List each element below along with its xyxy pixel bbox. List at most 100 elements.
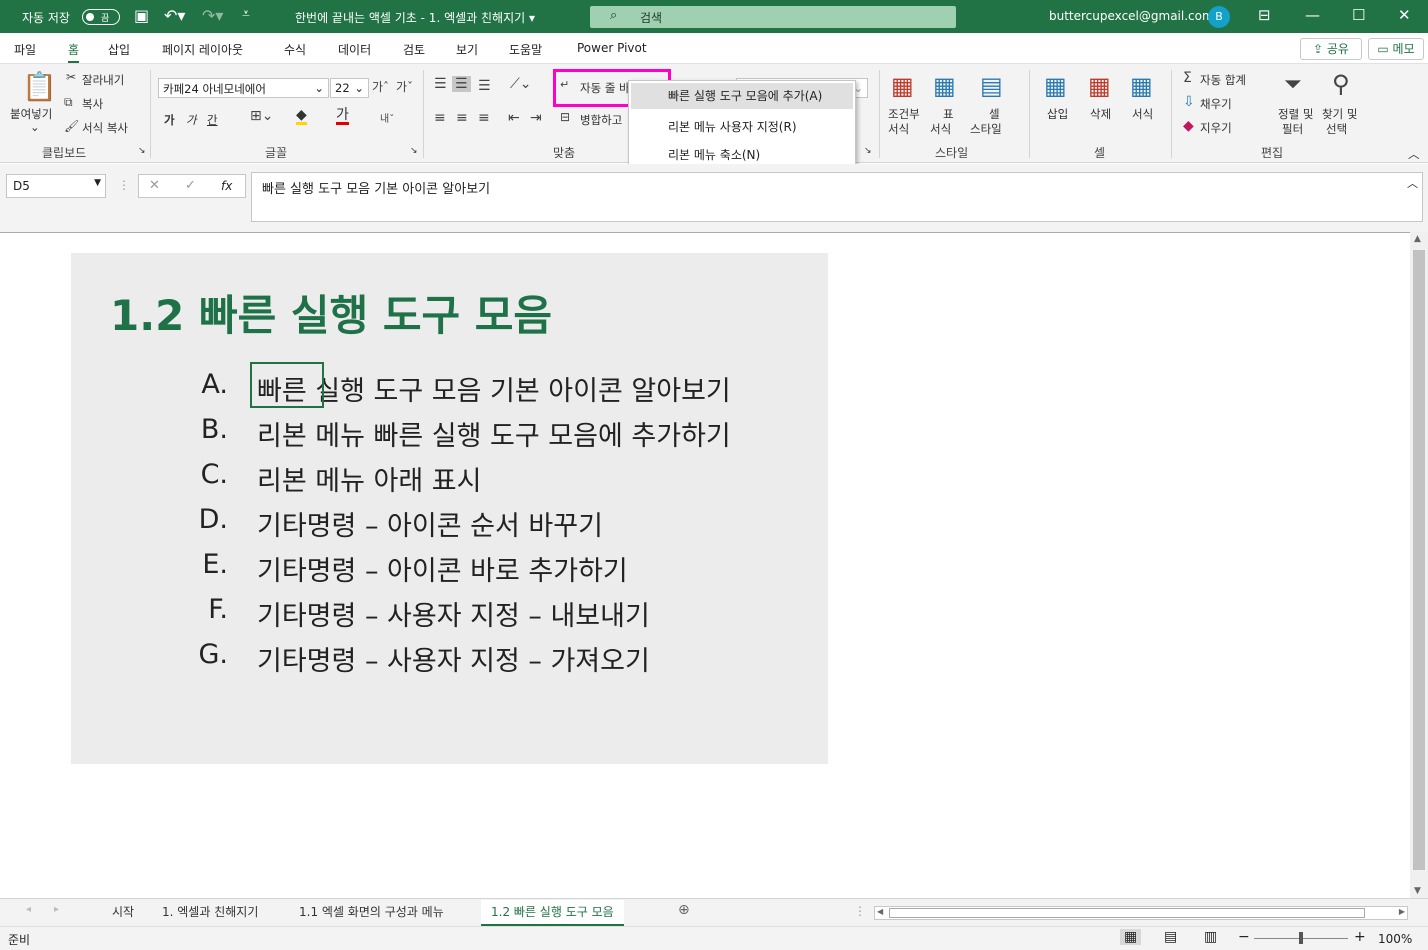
format-painter-button[interactable]: 서식 복사 [82,120,128,136]
zoom-level[interactable]: 100% [1378,932,1412,946]
insert-function-icon[interactable]: fx [221,179,232,193]
sheet-tab-1[interactable]: 1. 엑셀과 친해지기 [162,903,258,920]
format-as-table-icon[interactable]: ▦ [933,72,956,100]
tab-insert[interactable]: 삽입 [108,41,130,58]
tab-home[interactable]: 홈 [68,41,80,64]
delete-cells-button[interactable]: 삭제 [1090,106,1111,122]
conditional-format-label-2[interactable]: 서식 [888,121,909,137]
find-select-label[interactable]: 찾기 및 [1322,106,1357,122]
conditional-format-icon[interactable]: ▦ [891,72,914,100]
format-cells-button[interactable]: 서식 [1132,106,1153,122]
align-top-icon[interactable]: ☰ [434,76,447,92]
next-sheet-icon[interactable]: ▸ [54,904,59,915]
font-name-dropdown[interactable]: 카페24 아네모네에어 ⌄ [158,78,329,98]
number-launcher-icon[interactable]: ↘ [864,146,872,156]
close-icon[interactable]: ✕ [1398,6,1411,24]
autosum-button[interactable]: 자동 합계 [1200,72,1246,88]
cut-icon[interactable]: ✂ [66,70,76,84]
merge-icon[interactable]: ⊟ [560,110,570,124]
account-email[interactable]: buttercupexcel@gmail.com [1049,9,1214,23]
sort-filter-label[interactable]: 정렬 및 [1278,106,1313,122]
fill-color-icon[interactable]: ◆ [296,108,307,125]
horizontal-scrollbar[interactable]: ◀ ▶ [874,906,1408,920]
undo-icon[interactable]: ↶▾ [164,6,185,25]
minimize-icon[interactable]: — [1305,6,1320,24]
page-layout-view-icon[interactable]: ▤ [1164,929,1177,945]
underline-button[interactable]: 간 [207,112,218,128]
search-box[interactable]: ⌕ 검색 [590,6,956,28]
zoom-slider-thumb[interactable] [1299,932,1303,944]
font-color-icon[interactable]: 가 [336,108,349,125]
tab-formulas[interactable]: 수식 [284,41,306,58]
format-as-table-label-2[interactable]: 서식 [930,121,951,137]
insert-cells-icon[interactable]: ▦ [1044,72,1067,100]
collapse-ribbon-icon[interactable]: ︿ [1408,146,1420,162]
h-scroll-thumb[interactable] [889,908,1365,918]
font-size-dropdown[interactable]: 22 ⌄ [330,78,369,98]
zoom-in-icon[interactable]: + [1354,929,1366,945]
clear-icon[interactable]: ◆ [1183,118,1194,134]
splitter-icon[interactable]: ⋮ [854,904,866,918]
cell-styles-label[interactable]: 셀 [989,106,1000,122]
orientation-icon[interactable]: ⟋⌄ [510,76,532,92]
sort-filter-label-2[interactable]: 필터 [1282,121,1303,137]
align-bottom-icon[interactable]: ☰ [478,78,491,94]
sheet-tab-1-2[interactable]: 1.2 빠른 실행 도구 모음 [481,900,624,926]
qat-customize-icon[interactable]: ⩡ [242,6,250,22]
share-button[interactable]: ⇪ 공유 [1300,38,1362,60]
clear-button[interactable]: 지우기 [1200,120,1232,136]
active-cell-selection[interactable] [250,362,324,408]
save-icon[interactable]: ▣ [134,6,149,25]
align-right-icon[interactable]: ≡ [478,110,490,126]
align-center-icon[interactable]: ≡ [456,110,468,126]
scroll-right-icon[interactable]: ▶ [1399,907,1405,916]
name-box[interactable]: D5 ▼ [6,174,106,198]
tab-page-layout[interactable]: 페이지 레이아웃 [162,41,243,58]
tab-view[interactable]: 보기 [456,41,478,58]
phonetic-icon[interactable]: 내ˇ [380,110,394,125]
conditional-format-label[interactable]: 조건부 [888,106,920,122]
increase-font-icon[interactable]: 가ˆ [372,78,389,95]
decrease-indent-icon[interactable]: ⇤ [508,110,520,126]
tab-help[interactable]: 도움말 [509,41,542,58]
tab-power-pivot[interactable]: Power Pivot [577,41,647,55]
insert-cells-button[interactable]: 삽입 [1047,106,1068,122]
merge-button[interactable]: 병합하고 [580,112,622,128]
tab-file[interactable]: 파일 [14,41,36,58]
sheet-tab-1-1[interactable]: 1.1 엑셀 화면의 구성과 메뉴 [299,903,444,920]
align-left-icon[interactable]: ≡ [434,110,446,126]
vertical-scrollbar[interactable]: ▲ ▼ [1410,232,1428,900]
border-icon[interactable]: ⊞⌄ [250,108,273,124]
cell-styles-icon[interactable]: ▤ [980,72,1003,100]
increase-indent-icon[interactable]: ⇥ [530,110,542,126]
decrease-font-icon[interactable]: 가ˇ [396,78,413,95]
sheet-tab-start[interactable]: 시작 [112,903,134,920]
tab-data[interactable]: 데이터 [338,41,371,58]
copy-icon[interactable]: ⧉ [64,95,73,110]
menu-item-customize-ribbon[interactable]: 리본 메뉴 사용자 지정(R) [631,114,853,140]
font-launcher-icon[interactable]: ↘ [410,146,418,156]
avatar[interactable]: B [1208,6,1230,28]
fill-button[interactable]: 채우기 [1200,96,1232,112]
expand-formula-icon[interactable]: ︿ [1407,175,1418,191]
paste-dropdown-icon[interactable]: ⌄ [30,120,40,134]
memo-button[interactable]: ▭ 메모 [1368,38,1424,60]
scroll-up-icon[interactable]: ▲ [1414,234,1421,244]
document-title[interactable]: 한번에 끝내는 액셀 기초 - 1. 엑셀과 친해지기 ▾ [295,9,535,26]
italic-button[interactable]: 가 [186,112,197,128]
find-select-icon[interactable]: ⚲ [1332,70,1350,98]
delete-cells-icon[interactable]: ▦ [1088,72,1111,100]
cut-button[interactable]: 잘라내기 [82,72,124,88]
menu-item-add-to-qat[interactable]: 빠른 실행 도구 모음에 추가(A) [631,83,853,109]
scroll-thumb[interactable] [1413,250,1425,870]
maximize-icon[interactable]: ☐ [1352,6,1365,24]
format-painter-icon[interactable]: 🖌 [64,119,79,133]
autosum-icon[interactable]: Σ [1183,70,1192,86]
copy-button[interactable]: 복사 [82,96,103,112]
normal-view-icon[interactable]: ▦ [1120,929,1142,945]
sort-filter-icon[interactable]: ⏷ [1284,72,1302,97]
scroll-down-icon[interactable]: ▼ [1414,886,1421,896]
cell-styles-label-2[interactable]: 스타일 [970,121,1002,137]
align-middle-icon[interactable]: ☰ [452,76,471,92]
cancel-icon[interactable]: ✕ [149,178,160,193]
